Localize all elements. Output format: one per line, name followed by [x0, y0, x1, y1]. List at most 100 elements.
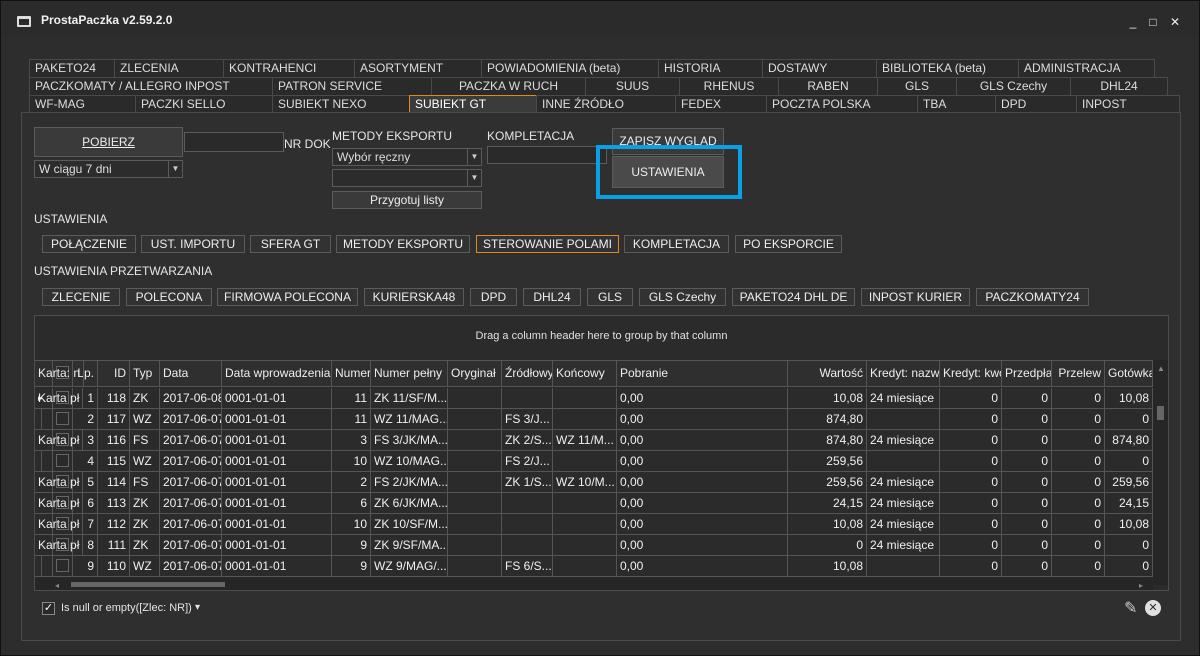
- tab-paczki-sello[interactable]: PACZKI SELLO: [135, 95, 273, 113]
- column-header[interactable]: ID: [98, 361, 130, 386]
- tab-inne-zrodlo[interactable]: INNE ŹRÓDŁO: [536, 95, 676, 113]
- tab-paczkomaty[interactable]: PACZKOMATY / ALLEGRO INPOST: [29, 77, 273, 95]
- column-header[interactable]: Pobranie: [617, 361, 788, 386]
- tab-raben[interactable]: RABEN: [778, 77, 878, 95]
- table-row[interactable]: 9 110 WZ 2017-06-07 0001-01-01 9 WZ 9/MAG/... F…: [35, 556, 1153, 577]
- proc-inpost-kurier-button[interactable]: INPOST KURIER: [861, 288, 970, 306]
- tab-zlecenia[interactable]: ZLECENIA: [114, 59, 224, 77]
- clear-filter-icon[interactable]: ✕: [1145, 600, 1161, 616]
- chevron-down-icon[interactable]: ▼: [168, 161, 182, 177]
- column-header[interactable]: Wartość: [788, 361, 867, 386]
- subtab-metody-eksportu[interactable]: METODY EKSPORTU: [336, 235, 470, 253]
- table-row[interactable]: 7 112 ZK 2017-06-07 0001-01-01 10 ZK 10/SF/M..…: [35, 514, 1153, 535]
- subtab-sterowanie-polami[interactable]: STEROWANIE POLAMI: [476, 235, 619, 253]
- tab-dostawy[interactable]: DOSTAWY: [762, 59, 877, 77]
- tab-subiekt-gt[interactable]: SUBIEKT GT: [409, 95, 537, 113]
- tab-subiekt-nexo[interactable]: SUBIEKT NEXO: [272, 95, 410, 113]
- tab-powiadomienia[interactable]: POWIADOMIENIA (beta): [481, 59, 659, 77]
- proc-gls-czechy-button[interactable]: GLS Czechy: [639, 288, 726, 306]
- subtab-kompletacja[interactable]: KOMPLETACJA: [624, 235, 729, 253]
- table-row[interactable]: ▸ 1 118 ZK 2017-06-08 0001-01-01 11 ZK 11/SF/M.…: [35, 388, 1153, 409]
- hscroll-thumb[interactable]: [71, 582, 225, 587]
- scroll-thumb[interactable]: [1157, 406, 1164, 420]
- proc-gls-button[interactable]: GLS: [587, 288, 633, 306]
- column-header[interactable]: Typ: [130, 361, 160, 386]
- subtab-sfera-gt[interactable]: SFERA GT: [250, 235, 331, 253]
- tab-paczka-w-ruch[interactable]: PACZKA W RUCH: [431, 77, 586, 95]
- subtab-polaczenie[interactable]: POŁĄCZENIE: [42, 235, 136, 253]
- proc-dpd-button[interactable]: DPD: [470, 288, 517, 306]
- table-row[interactable]: 4 115 WZ 2017-06-07 0001-01-01 10 WZ 10/MAG...…: [35, 451, 1153, 472]
- tab-asortyment[interactable]: ASORTYMENT: [354, 59, 482, 77]
- proc-kurierska48-button[interactable]: KURIERSKA48: [364, 288, 464, 306]
- tab-inpost[interactable]: INPOST: [1076, 95, 1180, 113]
- subtab-ust-importu[interactable]: UST. IMPORTU: [141, 235, 245, 253]
- column-header[interactable]: Gotówka: [1105, 361, 1153, 386]
- scroll-right-icon[interactable]: ▸: [1139, 581, 1143, 590]
- tab-paketo24[interactable]: PAKETO24: [29, 59, 115, 77]
- row-checkbox[interactable]: [53, 556, 73, 576]
- edit-filter-icon[interactable]: ✎: [1124, 598, 1137, 618]
- vertical-scrollbar[interactable]: ▲: [1153, 360, 1168, 585]
- proc-paczkomaty24-button[interactable]: PACZKOMATY24: [976, 288, 1089, 306]
- column-header[interactable]: Data: [160, 361, 222, 386]
- tab-gls[interactable]: GLS: [877, 77, 957, 95]
- column-header[interactable]: Data wprowadzenia: [222, 361, 332, 386]
- proc-zlecenie-button[interactable]: ZLECENIE: [42, 288, 120, 306]
- period-select[interactable]: W ciągu 7 dni ▼: [34, 160, 183, 178]
- maximize-button[interactable]: □: [1143, 14, 1163, 30]
- column-header[interactable]: Źródłowy: [502, 361, 553, 386]
- column-header[interactable]: Przelew: [1052, 361, 1105, 386]
- table-row[interactable]: 3 116 FS 2017-06-07 0001-01-01 3 FS 3/JK/MA...…: [35, 430, 1153, 451]
- tab-tba[interactable]: TBA: [917, 95, 996, 113]
- column-header[interactable]: Numer: [332, 361, 371, 386]
- chevron-down-icon[interactable]: ▾: [195, 602, 200, 613]
- column-header[interactable]: Oryginał: [448, 361, 502, 386]
- nr-dok-input[interactable]: [184, 132, 284, 152]
- proc-dhl24-button[interactable]: DHL24: [523, 288, 581, 306]
- tab-biblioteka[interactable]: BIBLIOTEKA (beta): [876, 59, 1019, 77]
- kompletacja-input[interactable]: [487, 146, 607, 164]
- tab-wf-mag[interactable]: WF-MAG: [29, 95, 136, 113]
- minimize-button[interactable]: _: [1123, 14, 1143, 30]
- tab-suus[interactable]: SUUS: [585, 77, 680, 95]
- filter-text[interactable]: Is null or empty([Zlec: NR]): [61, 602, 192, 614]
- proc-paketo24-dhl-de-button[interactable]: PAKETO24 DHL DE: [732, 288, 855, 306]
- close-button[interactable]: ✕: [1165, 14, 1185, 30]
- table-row[interactable]: 8 111 ZK 2017-06-07 0001-01-01 9 ZK 9/SF/MA...…: [35, 535, 1153, 556]
- column-header[interactable]: Numer pełny: [371, 361, 448, 386]
- column-header[interactable]: Karta: n: [35, 361, 85, 386]
- row-checkbox[interactable]: [53, 451, 73, 471]
- table-row[interactable]: 6 113 ZK 2017-06-07 0001-01-01 6 ZK 6/JK/MA...…: [35, 493, 1153, 514]
- tab-patron-service[interactable]: PATRON SERVICE: [272, 77, 432, 95]
- tab-dhl24[interactable]: DHL24: [1070, 77, 1168, 95]
- table-row[interactable]: 5 114 FS 2017-06-07 0001-01-01 2 FS 2/JK/MA...…: [35, 472, 1153, 493]
- subtab-po-eksporcie[interactable]: PO EKSPORCIE: [735, 235, 842, 253]
- proc-polecona-button[interactable]: POLECONA: [126, 288, 212, 306]
- tab-gls-czechy[interactable]: GLS Czechy: [956, 77, 1071, 95]
- filter-checkbox[interactable]: ✓: [42, 602, 55, 615]
- proc-firmowa-polecona-button[interactable]: FIRMOWA POLECONA: [217, 288, 358, 306]
- column-header[interactable]: Przedpłata: [1002, 361, 1052, 386]
- tab-poczta-polska[interactable]: POCZTA POLSKA: [766, 95, 918, 113]
- column-header[interactable]: Końcowy: [553, 361, 617, 386]
- tab-administracja[interactable]: ADMINISTRACJA: [1018, 59, 1155, 77]
- tab-fedex[interactable]: FEDEX: [675, 95, 767, 113]
- tab-dpd[interactable]: DPD: [995, 95, 1077, 113]
- chevron-down-icon[interactable]: ▼: [467, 149, 481, 165]
- row-checkbox[interactable]: [53, 409, 73, 429]
- tab-rhenus[interactable]: RHENUS: [679, 77, 779, 95]
- scroll-left-icon[interactable]: ◂: [55, 581, 59, 590]
- scroll-up-icon[interactable]: ▲: [1157, 364, 1165, 373]
- metody-eksportu-select-2[interactable]: ▼: [332, 169, 482, 187]
- table-row[interactable]: 2 117 WZ 2017-06-07 0001-01-01 11 WZ 11/MAG...…: [35, 409, 1153, 430]
- przygotuj-listy-button[interactable]: Przygotuj listy: [332, 191, 482, 209]
- horizontal-scrollbar[interactable]: ◂ ▸: [35, 578, 1153, 590]
- tab-historia[interactable]: HISTORIA: [658, 59, 763, 77]
- pobierz-button[interactable]: POBIERZ: [34, 127, 183, 157]
- metody-eksportu-select[interactable]: Wybór ręczny ▼: [332, 148, 482, 166]
- chevron-down-icon[interactable]: ▼: [467, 170, 481, 186]
- tab-kontrahenci[interactable]: KONTRAHENCI: [223, 59, 355, 77]
- column-header[interactable]: Kredyt: nazwa: [867, 361, 940, 386]
- column-header[interactable]: Kredyt: kwota: [940, 361, 1002, 386]
